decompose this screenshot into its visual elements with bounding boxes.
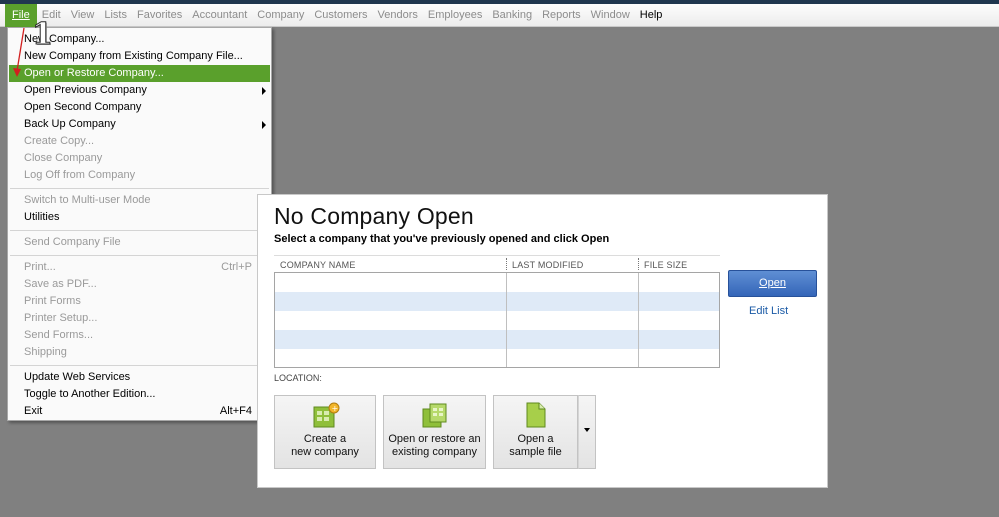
sample-file-dropdown-button[interactable]	[578, 395, 596, 469]
menu-item-label: Exit	[24, 405, 43, 417]
menu-item-label: Print...	[24, 261, 56, 273]
shortcut-label: Ctrl+P	[221, 261, 252, 273]
svg-text:+: +	[332, 404, 339, 413]
menu-favorites[interactable]: Favorites	[132, 4, 187, 27]
file-menu-dropdown: New Company... New Company from Existing…	[7, 27, 272, 421]
menu-item-label: Back Up Company	[24, 118, 116, 130]
column-divider	[506, 258, 507, 270]
menu-window[interactable]: Window	[586, 4, 635, 27]
menu-item-label: Shipping	[24, 346, 67, 358]
company-list-table[interactable]	[274, 272, 720, 368]
menu-item-open-previous-company[interactable]: Open Previous Company	[8, 82, 271, 99]
no-company-open-panel: No Company Open Select a company that yo…	[257, 194, 828, 488]
create-new-company-button[interactable]: + Create a new company	[274, 395, 376, 469]
menu-reports[interactable]: Reports	[537, 4, 586, 27]
column-header-file-size[interactable]: FILE SIZE	[644, 260, 687, 270]
menu-employees[interactable]: Employees	[423, 4, 487, 27]
menu-item-create-copy[interactable]: Create Copy...	[8, 133, 271, 150]
menu-item-exit[interactable]: Exit Alt+F4	[8, 403, 271, 420]
column-header-company-name[interactable]: COMPANY NAME	[280, 260, 356, 270]
menu-separator	[10, 188, 269, 189]
menu-bar: File Edit View Lists Favorites Accountan…	[0, 3, 999, 27]
menu-company[interactable]: Company	[252, 4, 309, 27]
open-restore-company-button[interactable]: Open or restore an existing company	[383, 395, 486, 469]
submenu-arrow-icon	[262, 87, 266, 95]
panel-title: No Company Open	[274, 203, 474, 229]
menu-item-toggle-edition[interactable]: Toggle to Another Edition...	[8, 386, 271, 403]
menu-lists[interactable]: Lists	[99, 4, 132, 27]
menu-item-update-web-services[interactable]: Update Web Services	[8, 369, 271, 386]
menu-item-save-as-pdf[interactable]: Save as PDF...	[8, 276, 271, 293]
table-row[interactable]	[275, 273, 719, 292]
menu-item-label: Send Company File	[24, 236, 121, 248]
open-button[interactable]: Open	[728, 270, 817, 297]
table-row[interactable]	[275, 330, 719, 349]
table-row[interactable]	[275, 311, 719, 330]
panel-subtitle: Select a company that you've previously …	[274, 233, 610, 245]
menu-customers[interactable]: Customers	[309, 4, 372, 27]
menu-help[interactable]: Help	[635, 4, 668, 27]
menu-separator	[10, 365, 269, 366]
menu-banking[interactable]: Banking	[487, 4, 537, 27]
menu-item-send-company-file[interactable]: Send Company File	[8, 234, 271, 251]
menu-item-open-second-company[interactable]: Open Second Company	[8, 99, 271, 116]
chevron-down-icon	[584, 428, 590, 432]
button-label: Open or restore an existing company	[388, 433, 481, 458]
button-label: Open a sample file	[509, 433, 562, 458]
open-sample-file-button[interactable]: Open a sample file	[493, 395, 578, 469]
menu-item-print-forms[interactable]: Print Forms	[8, 293, 271, 310]
menu-item-switch-multi-user[interactable]: Switch to Multi-user Mode	[8, 192, 271, 209]
step-number-annotation: 1	[32, 17, 54, 52]
button-label: Create a new company	[291, 433, 359, 458]
annotation-arrow-icon	[13, 27, 25, 77]
submenu-arrow-icon	[262, 121, 266, 129]
column-divider	[638, 258, 639, 270]
menu-item-close-company[interactable]: Close Company	[8, 150, 271, 167]
open-company-icon	[422, 403, 446, 428]
location-label: LOCATION:	[274, 373, 322, 383]
shortcut-label: Alt+F4	[219, 405, 252, 417]
menu-separator	[10, 255, 269, 256]
menu-item-shipping[interactable]: Shipping	[8, 344, 271, 361]
column-gridline	[638, 273, 639, 367]
menu-view[interactable]: View	[66, 4, 100, 27]
menu-item-label: Open Previous Company	[24, 84, 147, 96]
menu-item-label: Utilities	[24, 211, 60, 223]
table-row[interactable]	[275, 349, 719, 368]
table-row[interactable]	[275, 292, 719, 311]
menu-item-printer-setup[interactable]: Printer Setup...	[8, 310, 271, 327]
sample-file-icon	[526, 402, 545, 428]
menu-separator	[10, 230, 269, 231]
edit-list-link[interactable]: Edit List	[749, 305, 788, 317]
menu-item-utilities[interactable]: Utilities	[8, 209, 271, 226]
column-header-last-modified[interactable]: LAST MODIFIED	[512, 260, 583, 270]
menu-item-label: Print Forms	[24, 295, 81, 307]
menu-accountant[interactable]: Accountant	[187, 4, 252, 27]
menu-vendors[interactable]: Vendors	[373, 4, 423, 27]
menu-item-back-up-company[interactable]: Back Up Company	[8, 116, 271, 133]
menu-item-send-forms[interactable]: Send Forms...	[8, 327, 271, 344]
column-gridline	[506, 273, 507, 367]
menu-item-print[interactable]: Print... Ctrl+P	[8, 259, 271, 276]
menu-item-log-off[interactable]: Log Off from Company	[8, 167, 271, 184]
company-table-header: COMPANY NAME LAST MODIFIED FILE SIZE	[274, 255, 720, 272]
new-company-icon: +	[313, 402, 340, 428]
menu-item-open-or-restore-company[interactable]: Open or Restore Company...	[9, 65, 270, 82]
